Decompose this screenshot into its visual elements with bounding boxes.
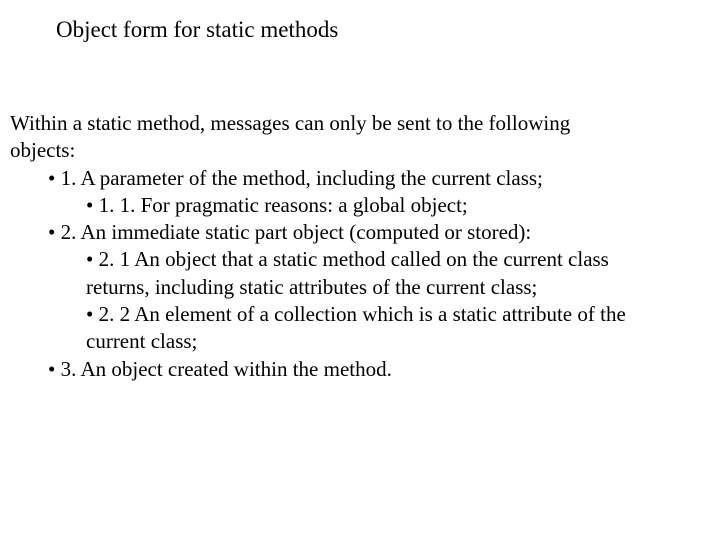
intro-text-line1: Within a static method, messages can onl… <box>10 110 690 137</box>
list-item-2-1-line2: returns, including static attributes of … <box>86 274 690 301</box>
list-item-1-1: • 1. 1. For pragmatic reasons: a global … <box>86 192 690 219</box>
slide-title: Object form for static methods <box>56 16 338 44</box>
list-item-3: • 3. An object created within the method… <box>48 356 690 383</box>
list-item-1: • 1. A parameter of the method, includin… <box>48 165 690 192</box>
list-item-2-1-line1: • 2. 1 An object that a static method ca… <box>86 246 690 273</box>
list-item-2: • 2. An immediate static part object (co… <box>48 219 690 246</box>
intro-text-line2: objects: <box>10 137 690 164</box>
list-item-2-2-line1: • 2. 2 An element of a collection which … <box>86 301 690 328</box>
slide: Object form for static methods Within a … <box>0 0 720 540</box>
list-item-2-2-line2: current class; <box>86 328 690 355</box>
slide-body: Within a static method, messages can onl… <box>10 110 690 383</box>
